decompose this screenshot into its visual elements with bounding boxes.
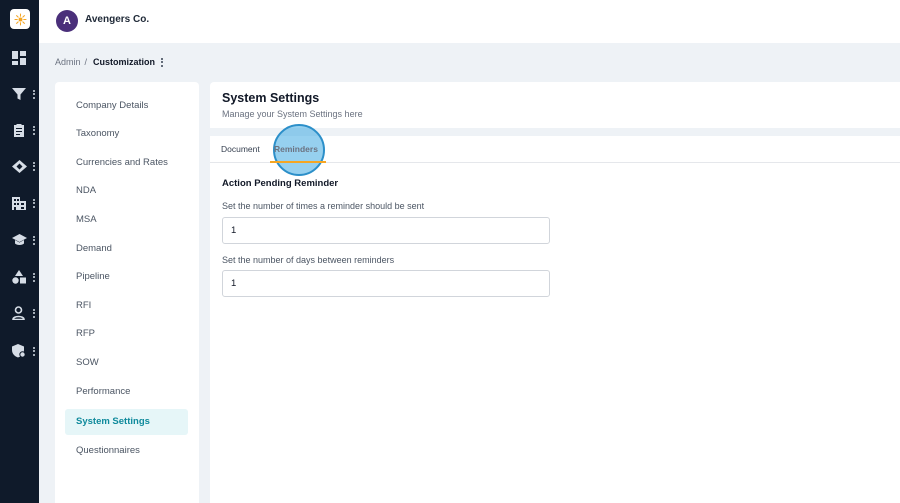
tab-document[interactable]: Document (221, 144, 260, 154)
settings-shield-icon (12, 344, 26, 358)
page-title: System Settings (222, 91, 320, 105)
more-icon[interactable] (33, 89, 36, 99)
reminder-interval-input[interactable] (222, 270, 550, 297)
building-icon (12, 196, 26, 210)
user-icon (12, 306, 25, 320)
menu-item-currencies-and-rates[interactable]: Currencies and Rates (65, 149, 188, 175)
rail-item-user[interactable] (0, 302, 39, 324)
clipboard-icon (14, 124, 24, 137)
more-icon[interactable] (33, 346, 36, 356)
filter-icon (12, 88, 26, 100)
company-logo[interactable]: A (56, 10, 78, 32)
page-subtitle: Manage your System Settings here (222, 109, 363, 119)
breadcrumb-admin-link[interactable]: Admin (55, 57, 81, 67)
active-tab-indicator (270, 161, 326, 163)
rail-item-training[interactable] (0, 229, 39, 251)
app-logo-icon[interactable] (10, 9, 30, 29)
settings-content: Document Reminders Action Pending Remind… (210, 124, 900, 503)
breadcrumb-current: Customization (93, 57, 156, 67)
reminder-count-label: Set the number of times a reminder shoul… (222, 201, 425, 211)
menu-item-rfp[interactable]: RFP (65, 321, 188, 347)
menu-item-questionnaires[interactable]: Questionnaires (65, 437, 188, 463)
kebab-menu-icon[interactable] (161, 57, 164, 67)
graduation-cap-icon (12, 234, 27, 245)
menu-item-demand[interactable]: Demand (65, 235, 188, 261)
menu-item-taxonomy[interactable]: Taxonomy (65, 121, 188, 147)
rail-item-clipboard[interactable] (0, 119, 39, 141)
menu-item-performance[interactable]: Performance (65, 378, 188, 404)
dashboard-icon (12, 51, 26, 65)
section-title: Action Pending Reminder (222, 178, 339, 189)
tab-bar: Document Reminders (210, 124, 900, 176)
menu-item-sow[interactable]: SOW (65, 349, 188, 375)
menu-item-rfi[interactable]: RFI (65, 292, 188, 318)
page-header: System Settings Manage your System Setti… (210, 82, 900, 128)
menu-item-nda[interactable]: NDA (65, 178, 188, 204)
breadcrumb: Admin / Customization (55, 57, 164, 67)
company-logo-letter: A (63, 15, 71, 27)
rail-item-handshake[interactable] (0, 155, 39, 177)
handshake-icon (12, 159, 27, 173)
more-icon[interactable] (33, 308, 36, 318)
more-icon[interactable] (33, 235, 36, 245)
more-icon[interactable] (33, 198, 36, 208)
rail-item-admin[interactable] (0, 340, 39, 362)
menu-item-msa[interactable]: MSA (65, 206, 188, 232)
rail-item-filter[interactable] (0, 83, 39, 105)
reminder-interval-label: Set the number of days between reminders (222, 255, 395, 265)
shapes-icon (12, 270, 26, 284)
rail-item-shapes[interactable] (0, 266, 39, 288)
rail-item-dashboard[interactable] (0, 47, 39, 69)
more-icon[interactable] (33, 272, 36, 282)
menu-item-pipeline[interactable]: Pipeline (65, 264, 188, 290)
rail-item-building[interactable] (0, 192, 39, 214)
company-name: Avengers Co. (85, 14, 150, 25)
left-rail (0, 0, 39, 503)
menu-item-system-settings[interactable]: System Settings (65, 408, 188, 435)
top-bar: A Avengers Co. (39, 0, 900, 43)
menu-item-company-details[interactable]: Company Details (65, 92, 188, 118)
tab-reminders[interactable]: Reminders (274, 144, 318, 154)
reminder-count-input[interactable] (222, 217, 550, 244)
more-icon[interactable] (33, 125, 36, 135)
more-icon[interactable] (33, 161, 36, 171)
breadcrumb-separator: / (84, 57, 88, 67)
settings-menu: Company Details Taxonomy Currencies and … (55, 82, 199, 503)
